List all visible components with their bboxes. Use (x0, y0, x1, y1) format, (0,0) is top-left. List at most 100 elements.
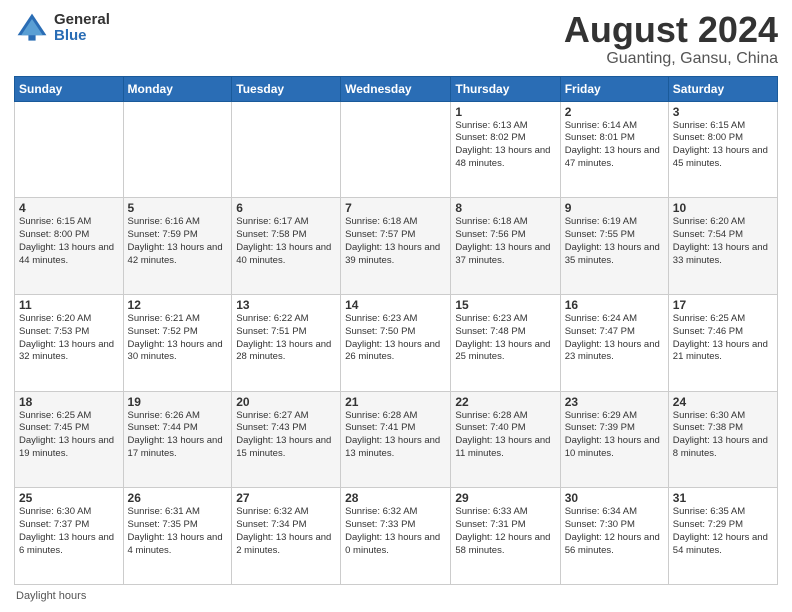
day-number: 6 (236, 201, 336, 215)
day-number: 29 (455, 491, 555, 505)
day-number: 13 (236, 298, 336, 312)
day-info: Sunrise: 6:25 AM Sunset: 7:46 PM Dayligh… (673, 313, 773, 364)
day-info: Sunrise: 6:15 AM Sunset: 8:00 PM Dayligh… (673, 120, 773, 171)
day-info: Sunrise: 6:18 AM Sunset: 7:56 PM Dayligh… (455, 216, 555, 267)
day-info: Sunrise: 6:23 AM Sunset: 7:48 PM Dayligh… (455, 313, 555, 364)
title-month: August 2024 (564, 10, 778, 50)
calendar-cell: 5Sunrise: 6:16 AM Sunset: 7:59 PM Daylig… (123, 198, 232, 295)
calendar-cell (232, 101, 341, 198)
calendar-cell: 14Sunrise: 6:23 AM Sunset: 7:50 PM Dayli… (341, 294, 451, 391)
header-day-wednesday: Wednesday (341, 76, 451, 101)
calendar-cell (123, 101, 232, 198)
header-day-saturday: Saturday (668, 76, 777, 101)
calendar-cell: 30Sunrise: 6:34 AM Sunset: 7:30 PM Dayli… (560, 488, 668, 585)
day-number: 12 (128, 298, 228, 312)
day-info: Sunrise: 6:19 AM Sunset: 7:55 PM Dayligh… (565, 216, 664, 267)
calendar-cell: 6Sunrise: 6:17 AM Sunset: 7:58 PM Daylig… (232, 198, 341, 295)
calendar-cell: 29Sunrise: 6:33 AM Sunset: 7:31 PM Dayli… (451, 488, 560, 585)
footer-note: Daylight hours (14, 590, 778, 602)
calendar-week-4: 18Sunrise: 6:25 AM Sunset: 7:45 PM Dayli… (15, 391, 778, 488)
day-info: Sunrise: 6:29 AM Sunset: 7:39 PM Dayligh… (565, 410, 664, 461)
day-info: Sunrise: 6:14 AM Sunset: 8:01 PM Dayligh… (565, 120, 664, 171)
calendar-cell: 8Sunrise: 6:18 AM Sunset: 7:56 PM Daylig… (451, 198, 560, 295)
day-number: 30 (565, 491, 664, 505)
day-number: 18 (19, 395, 119, 409)
calendar-cell: 2Sunrise: 6:14 AM Sunset: 8:01 PM Daylig… (560, 101, 668, 198)
day-info: Sunrise: 6:16 AM Sunset: 7:59 PM Dayligh… (128, 216, 228, 267)
day-number: 28 (345, 491, 446, 505)
day-number: 25 (19, 491, 119, 505)
day-info: Sunrise: 6:30 AM Sunset: 7:38 PM Dayligh… (673, 410, 773, 461)
header: General Blue August 2024 Guanting, Gansu… (14, 10, 778, 68)
calendar-cell: 27Sunrise: 6:32 AM Sunset: 7:34 PM Dayli… (232, 488, 341, 585)
day-number: 9 (565, 201, 664, 215)
title-block: August 2024 Guanting, Gansu, China (564, 10, 778, 68)
day-number: 17 (673, 298, 773, 312)
day-info: Sunrise: 6:33 AM Sunset: 7:31 PM Dayligh… (455, 506, 555, 557)
day-number: 20 (236, 395, 336, 409)
day-number: 15 (455, 298, 555, 312)
calendar-table: SundayMondayTuesdayWednesdayThursdayFrid… (14, 76, 778, 585)
calendar-cell: 24Sunrise: 6:30 AM Sunset: 7:38 PM Dayli… (668, 391, 777, 488)
day-number: 22 (455, 395, 555, 409)
day-info: Sunrise: 6:18 AM Sunset: 7:57 PM Dayligh… (345, 216, 446, 267)
calendar-week-1: 1Sunrise: 6:13 AM Sunset: 8:02 PM Daylig… (15, 101, 778, 198)
day-number: 2 (565, 105, 664, 119)
logo-blue-text: Blue (54, 28, 110, 45)
calendar-cell: 19Sunrise: 6:26 AM Sunset: 7:44 PM Dayli… (123, 391, 232, 488)
calendar-cell: 3Sunrise: 6:15 AM Sunset: 8:00 PM Daylig… (668, 101, 777, 198)
day-info: Sunrise: 6:13 AM Sunset: 8:02 PM Dayligh… (455, 120, 555, 171)
calendar-cell: 17Sunrise: 6:25 AM Sunset: 7:46 PM Dayli… (668, 294, 777, 391)
calendar-cell: 4Sunrise: 6:15 AM Sunset: 8:00 PM Daylig… (15, 198, 124, 295)
day-info: Sunrise: 6:22 AM Sunset: 7:51 PM Dayligh… (236, 313, 336, 364)
daylight-hours-label: Daylight hours (16, 590, 86, 602)
logo: General Blue (14, 10, 110, 46)
day-number: 21 (345, 395, 446, 409)
day-number: 19 (128, 395, 228, 409)
day-info: Sunrise: 6:32 AM Sunset: 7:33 PM Dayligh… (345, 506, 446, 557)
day-number: 27 (236, 491, 336, 505)
day-number: 4 (19, 201, 119, 215)
calendar-cell: 21Sunrise: 6:28 AM Sunset: 7:41 PM Dayli… (341, 391, 451, 488)
calendar-cell: 7Sunrise: 6:18 AM Sunset: 7:57 PM Daylig… (341, 198, 451, 295)
day-number: 31 (673, 491, 773, 505)
day-info: Sunrise: 6:28 AM Sunset: 7:41 PM Dayligh… (345, 410, 446, 461)
calendar-cell: 25Sunrise: 6:30 AM Sunset: 7:37 PM Dayli… (15, 488, 124, 585)
logo-icon (14, 10, 50, 46)
calendar-cell: 12Sunrise: 6:21 AM Sunset: 7:52 PM Dayli… (123, 294, 232, 391)
day-info: Sunrise: 6:23 AM Sunset: 7:50 PM Dayligh… (345, 313, 446, 364)
calendar-week-2: 4Sunrise: 6:15 AM Sunset: 8:00 PM Daylig… (15, 198, 778, 295)
calendar-header-row: SundayMondayTuesdayWednesdayThursdayFrid… (15, 76, 778, 101)
calendar-cell: 22Sunrise: 6:28 AM Sunset: 7:40 PM Dayli… (451, 391, 560, 488)
day-number: 10 (673, 201, 773, 215)
day-info: Sunrise: 6:26 AM Sunset: 7:44 PM Dayligh… (128, 410, 228, 461)
day-number: 3 (673, 105, 773, 119)
day-info: Sunrise: 6:28 AM Sunset: 7:40 PM Dayligh… (455, 410, 555, 461)
day-info: Sunrise: 6:21 AM Sunset: 7:52 PM Dayligh… (128, 313, 228, 364)
calendar-week-5: 25Sunrise: 6:30 AM Sunset: 7:37 PM Dayli… (15, 488, 778, 585)
title-location: Guanting, Gansu, China (564, 50, 778, 68)
calendar-cell: 26Sunrise: 6:31 AM Sunset: 7:35 PM Dayli… (123, 488, 232, 585)
day-info: Sunrise: 6:15 AM Sunset: 8:00 PM Dayligh… (19, 216, 119, 267)
logo-general-text: General (54, 12, 110, 29)
calendar-cell: 10Sunrise: 6:20 AM Sunset: 7:54 PM Dayli… (668, 198, 777, 295)
day-number: 1 (455, 105, 555, 119)
calendar-cell: 16Sunrise: 6:24 AM Sunset: 7:47 PM Dayli… (560, 294, 668, 391)
day-number: 8 (455, 201, 555, 215)
calendar-cell: 15Sunrise: 6:23 AM Sunset: 7:48 PM Dayli… (451, 294, 560, 391)
calendar-cell (15, 101, 124, 198)
calendar-cell: 18Sunrise: 6:25 AM Sunset: 7:45 PM Dayli… (15, 391, 124, 488)
day-info: Sunrise: 6:17 AM Sunset: 7:58 PM Dayligh… (236, 216, 336, 267)
day-number: 26 (128, 491, 228, 505)
day-info: Sunrise: 6:25 AM Sunset: 7:45 PM Dayligh… (19, 410, 119, 461)
day-number: 16 (565, 298, 664, 312)
day-info: Sunrise: 6:27 AM Sunset: 7:43 PM Dayligh… (236, 410, 336, 461)
calendar-cell (341, 101, 451, 198)
header-day-thursday: Thursday (451, 76, 560, 101)
header-day-friday: Friday (560, 76, 668, 101)
calendar-cell: 11Sunrise: 6:20 AM Sunset: 7:53 PM Dayli… (15, 294, 124, 391)
day-info: Sunrise: 6:20 AM Sunset: 7:54 PM Dayligh… (673, 216, 773, 267)
day-info: Sunrise: 6:30 AM Sunset: 7:37 PM Dayligh… (19, 506, 119, 557)
header-day-monday: Monday (123, 76, 232, 101)
day-info: Sunrise: 6:32 AM Sunset: 7:34 PM Dayligh… (236, 506, 336, 557)
